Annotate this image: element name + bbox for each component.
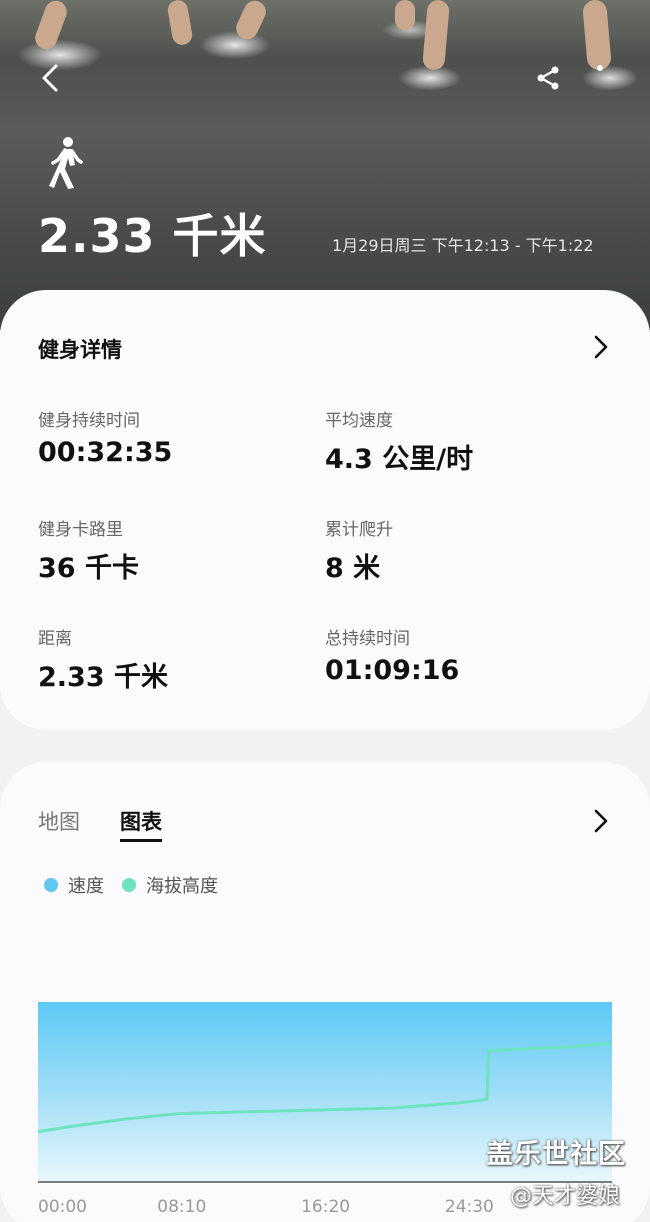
more-vertical-icon — [597, 65, 603, 71]
hero-banner: 2.33 千米 1月29日周三 下午12:13 - 下午1:22 — [0, 0, 650, 330]
chevron-right-icon — [594, 335, 608, 359]
stat-label: 平均速度 — [325, 411, 393, 431]
stat-calories: 健身卡路里 36 千卡 — [38, 515, 298, 585]
legend-item-speed[interactable]: 速度 — [44, 872, 104, 898]
x-tick-label: 16:20 — [301, 1197, 350, 1217]
stat-elevation-gain: 累计爬升 8 米 — [325, 515, 585, 585]
more-options-button[interactable] — [580, 58, 620, 98]
x-tick-label: 08:10 — [157, 1197, 206, 1217]
total-distance: 2.33 千米 — [38, 209, 267, 263]
tab-chart[interactable]: 图表 — [120, 806, 162, 842]
details-expand-button[interactable] — [586, 332, 616, 362]
legend-swatch — [122, 878, 136, 892]
stat-value: 01:09:16 — [325, 655, 460, 686]
chart-legend: 速度 海拔高度 — [44, 872, 236, 898]
workout-details-card: 健身详情 健身持续时间 00:32:35 平均速度 4.3 公里/时 健身卡路里… — [0, 290, 650, 730]
stat-label: 累计爬升 — [325, 520, 393, 540]
stat-value: 8 米 — [325, 553, 381, 584]
stat-average-speed: 平均速度 4.3 公里/时 — [325, 406, 585, 476]
legend-label: 海拔高度 — [146, 876, 218, 897]
stat-label: 健身持续时间 — [38, 411, 140, 431]
watermark-brand: 盖乐世社区 — [486, 1139, 626, 1170]
watermark-author: @天才婆娘 — [510, 1184, 621, 1209]
legend-item-altitude[interactable]: 海拔高度 — [122, 872, 218, 898]
share-icon — [537, 66, 559, 90]
legend-label: 速度 — [68, 876, 104, 897]
chevron-left-icon — [42, 64, 58, 92]
legend-swatch — [44, 878, 58, 892]
stat-value: 2.33 千米 — [38, 662, 169, 693]
stat-label: 总持续时间 — [325, 629, 410, 649]
x-tick-label: 24:30 — [445, 1197, 494, 1217]
back-button[interactable] — [30, 58, 70, 98]
stat-workout-duration: 健身持续时间 00:32:35 — [38, 406, 298, 468]
walking-icon — [49, 137, 83, 189]
card-title: 健身详情 — [38, 338, 122, 362]
share-button[interactable] — [528, 58, 568, 98]
x-tick-label: 00:00 — [38, 1197, 87, 1217]
chart-expand-button[interactable] — [586, 806, 616, 836]
tab-map[interactable]: 地图 — [38, 806, 80, 836]
stat-total-duration: 总持续时间 01:09:16 — [325, 624, 585, 686]
stat-value: 4.3 公里/时 — [325, 444, 474, 475]
stat-label: 距离 — [38, 629, 72, 649]
workout-date-range: 1月29日周三 下午12:13 - 下午1:22 — [332, 236, 594, 255]
stat-distance: 距离 2.33 千米 — [38, 624, 298, 694]
stat-value: 00:32:35 — [38, 437, 173, 468]
stat-label: 健身卡路里 — [38, 520, 123, 540]
chevron-right-icon — [594, 809, 608, 833]
stat-value: 36 千卡 — [38, 553, 139, 584]
